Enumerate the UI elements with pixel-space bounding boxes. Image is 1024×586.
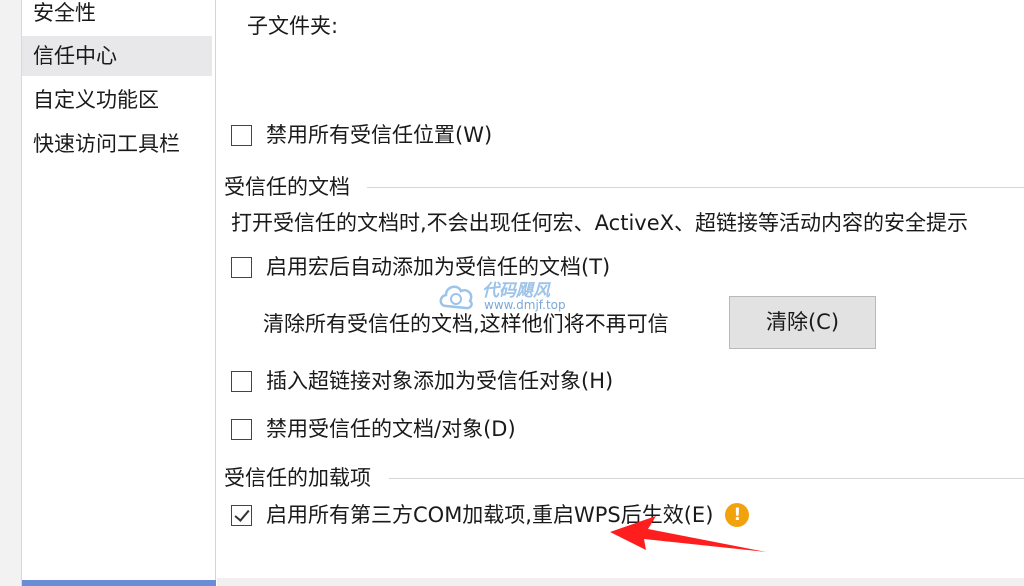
clear-button[interactable]: 清除(C) (729, 296, 876, 349)
window-left-edge (0, 0, 22, 586)
auto-add-trusted-after-macro-label: 启用宏后自动添加为受信任的文档(T) (266, 255, 611, 279)
sidebar-item-label: 自定义功能区 (33, 88, 159, 112)
trusted-addins-divider (389, 478, 1024, 479)
enable-com-addins-checkbox[interactable] (231, 504, 252, 526)
sidebar-accent-bar (22, 580, 216, 586)
auto-add-trusted-after-macro-checkbox[interactable] (231, 256, 252, 278)
disable-trusted-documents-checkbox[interactable] (231, 418, 252, 440)
trust-center-panel: 子文件夹: 禁用所有受信任位置(W) 受信任的文档 打开受信任的文档时,不会出现… (217, 0, 1024, 586)
sidebar-item-customize-ribbon[interactable]: 自定义功能区 (22, 80, 212, 120)
insert-hyperlink-trusted-option[interactable]: 插入超链接对象添加为受信任对象(H) (231, 366, 613, 396)
warning-icon: ! (725, 503, 750, 527)
enable-com-addins-option[interactable]: 启用所有第三方COM加载项,重启WPS后生效(E) ! (231, 500, 750, 530)
disable-all-trusted-locations-option[interactable]: 禁用所有受信任位置(W) (231, 120, 492, 150)
disable-trusted-documents-option[interactable]: 禁用受信任的文档/对象(D) (231, 414, 516, 444)
sidebar-item-label: 信任中心 (33, 44, 117, 68)
disable-trusted-documents-label: 禁用受信任的文档/对象(D) (266, 417, 516, 441)
sidebar-item-trust-center[interactable]: 信任中心 (22, 36, 212, 76)
clear-trusted-documents-description: 清除所有受信任的文档,这样他们将不再可信 (263, 312, 669, 336)
enable-com-addins-label: 启用所有第三方COM加载项,重启WPS后生效(E) (266, 503, 714, 527)
disable-all-trusted-locations-checkbox[interactable] (231, 124, 252, 146)
trusted-documents-heading: 受信任的文档 (224, 175, 350, 199)
auto-add-trusted-after-macro-option[interactable]: 启用宏后自动添加为受信任的文档(T) (231, 252, 610, 282)
options-sidebar: 安全性 信任中心 自定义功能区 快速访问工具栏 (22, 0, 216, 586)
sidebar-item-security[interactable]: 安全性 (22, 0, 212, 33)
subfolder-label: 子文件夹: (247, 14, 339, 38)
trusted-addins-heading: 受信任的加载项 (224, 466, 371, 490)
insert-hyperlink-trusted-checkbox[interactable] (231, 370, 252, 392)
sidebar-item-label: 安全性 (33, 1, 96, 25)
sidebar-item-label: 快速访问工具栏 (33, 132, 180, 156)
disable-all-trusted-locations-label: 禁用所有受信任位置(W) (266, 123, 493, 147)
panel-bottom-strip (217, 578, 1024, 586)
trusted-documents-description: 打开受信任的文档时,不会出现任何宏、ActiveX、超链接等活动内容的安全提示 (231, 211, 969, 235)
trusted-documents-divider (367, 187, 1024, 188)
sidebar-item-quick-access-toolbar[interactable]: 快速访问工具栏 (22, 124, 212, 164)
insert-hyperlink-trusted-label: 插入超链接对象添加为受信任对象(H) (266, 369, 614, 393)
